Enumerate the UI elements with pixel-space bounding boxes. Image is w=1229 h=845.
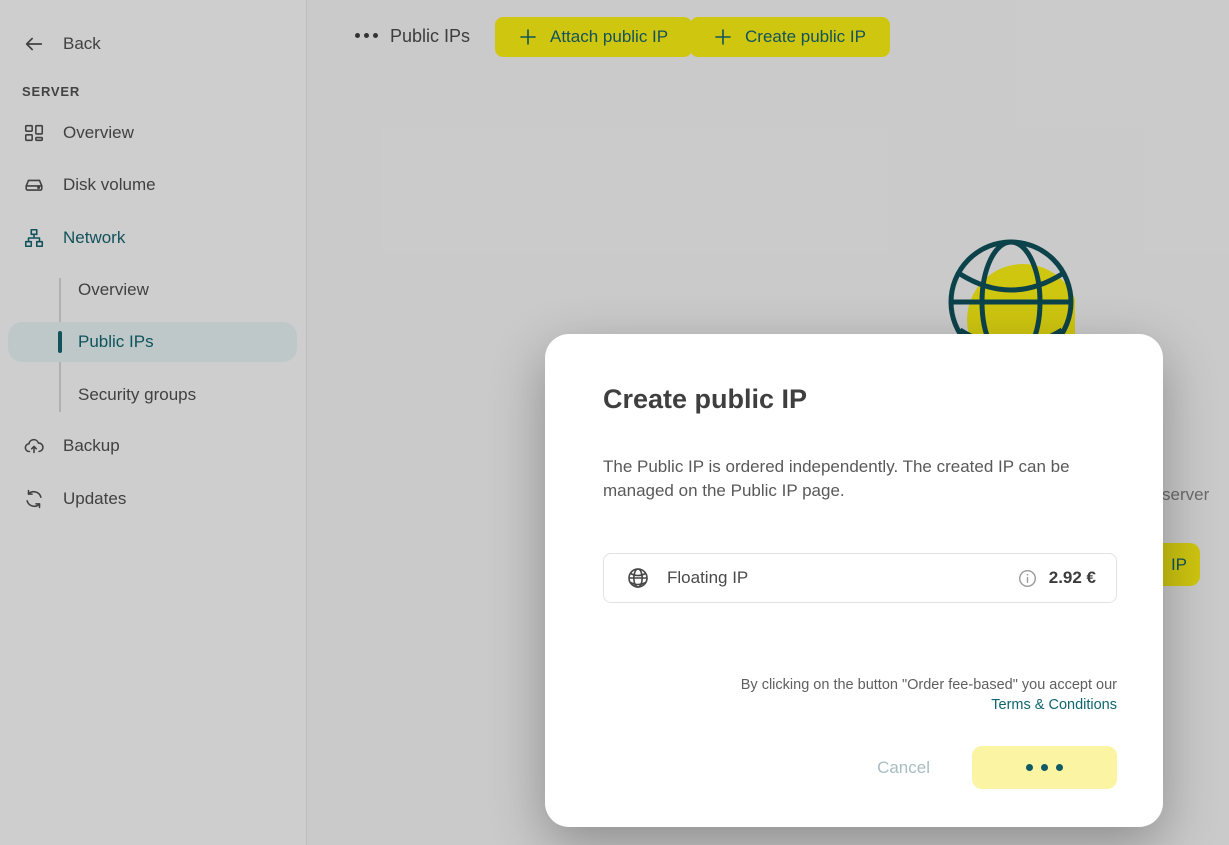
floating-ip-label: Floating IP — [667, 568, 748, 588]
cancel-button[interactable]: Cancel — [877, 758, 930, 778]
order-fee-based-button-loading[interactable] — [972, 746, 1117, 789]
floating-ip-option-row[interactable]: Floating IP 2.92 € — [603, 553, 1117, 603]
terms-sentence: By clicking on the button "Order fee-bas… — [741, 677, 1117, 693]
dialog-title: Create public IP — [603, 384, 1117, 415]
loading-dot — [1026, 764, 1033, 771]
terms-text: By clicking on the button "Order fee-bas… — [603, 675, 1117, 715]
create-public-ip-dialog: Create public IP The Public IP is ordere… — [545, 334, 1163, 827]
dialog-footer: Cancel — [603, 746, 1117, 789]
info-icon[interactable] — [1018, 569, 1037, 588]
price-label: 2.92 € — [1049, 568, 1096, 588]
globe-icon — [626, 566, 650, 590]
loading-dot — [1041, 764, 1048, 771]
page: Back SERVER Overview Disk volume Network… — [0, 0, 1229, 845]
dialog-description: The Public IP is ordered independently. … — [603, 455, 1117, 503]
terms-and-conditions-link[interactable]: Terms & Conditions — [991, 697, 1117, 713]
loading-dot — [1056, 764, 1063, 771]
